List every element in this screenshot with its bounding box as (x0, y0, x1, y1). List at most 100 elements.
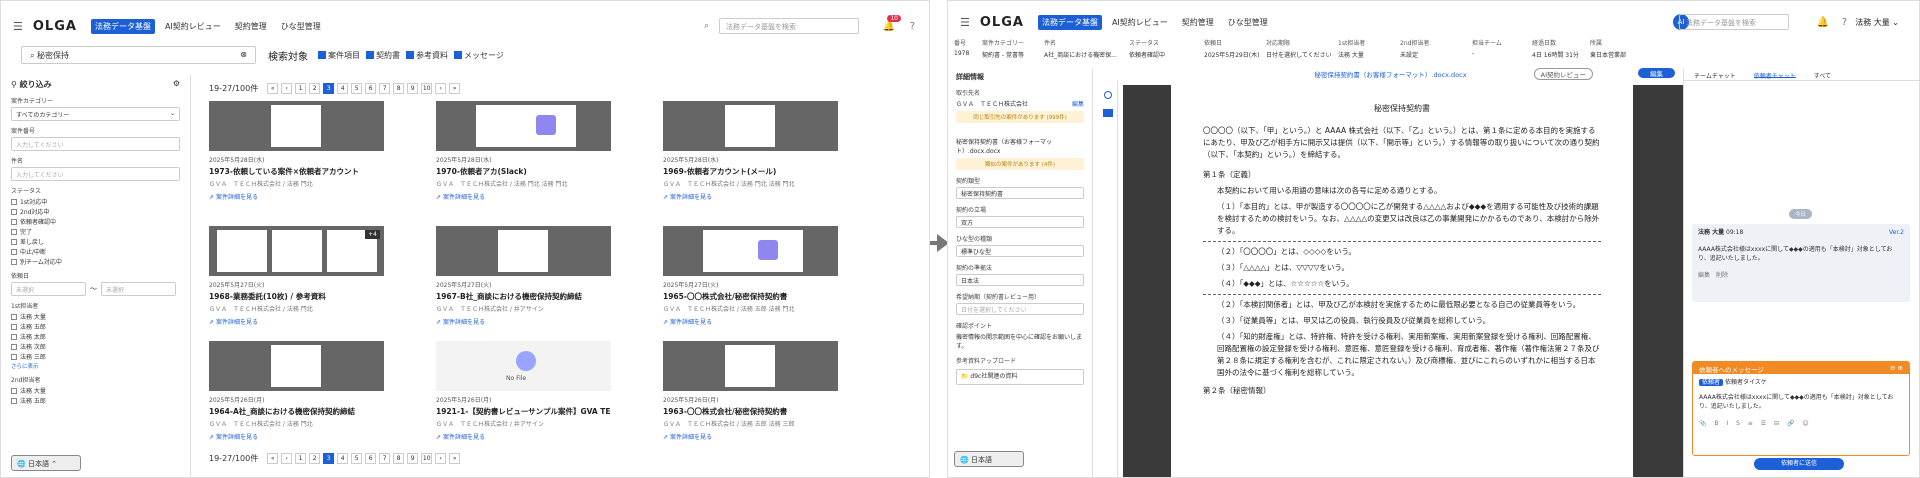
category-select[interactable]: すべてのカテゴリー ⌄ (11, 107, 180, 121)
assignee-checkbox[interactable]: 法務 大量 (11, 312, 180, 321)
page-button-current[interactable]: 3 (323, 83, 335, 94)
case-name-input[interactable]: 入力してください (11, 167, 180, 181)
notification-bell-icon[interactable]: 🔔 (1817, 17, 1829, 28)
similar-case-notice[interactable]: 類似の案件があります (4件) (956, 158, 1084, 170)
case-no-input[interactable]: 入力してください (11, 137, 180, 151)
nav-legal-data[interactable]: 法務データ基盤 (1037, 14, 1102, 30)
page-button[interactable]: 5 (351, 453, 363, 464)
card-title[interactable]: 1963-〇〇株式会社/秘密保持契約書 (663, 406, 838, 417)
target-messages[interactable]: メッセージ (454, 50, 504, 61)
date-from-input[interactable]: 未選択 (11, 282, 86, 296)
help-icon[interactable]: ? (910, 21, 915, 32)
card-title[interactable]: 1970-依頼者アカ(Slack) (436, 166, 611, 177)
language-select[interactable]: 🌐 日本語 ⌃ (11, 455, 81, 471)
first-page-button[interactable]: « (267, 453, 279, 464)
assignee-checkbox[interactable]: 法務 太郎 (11, 332, 180, 341)
hamburger-menu-icon[interactable]: ☰ (960, 16, 970, 29)
page-button[interactable]: 4 (337, 83, 349, 94)
page-button[interactable]: 7 (379, 453, 391, 464)
help-icon[interactable]: ? (1842, 17, 1847, 28)
result-card[interactable]: 2025年5月28日(水) 1969-依頼者アカウント(メール) ＧＶＡ ＴＥＣＨ株… (663, 101, 838, 203)
template-type-select[interactable]: 標準ひな型 (956, 245, 1084, 257)
version-marker-icon[interactable] (1102, 109, 1113, 117)
keyword-search-input[interactable]: ⌕ 秘密保持 ⊗ (21, 46, 256, 64)
counterparty-edit-link[interactable]: 編集 (1072, 99, 1084, 108)
send-to-client-button[interactable]: 依頼者に送信 (1754, 458, 1844, 470)
status-checkbox[interactable]: 差し戻し (11, 237, 180, 246)
version-node-icon[interactable] (1103, 91, 1112, 99)
attached-file-name[interactable]: 秘密保持契約書（お客様フォーマット）.docx.docx (956, 137, 1084, 155)
contract-type-select[interactable]: 秘密保持契約書 (956, 187, 1084, 199)
page-button[interactable]: 10 (421, 453, 433, 464)
summary-value[interactable]: 法務 大量 (1332, 50, 1394, 59)
summary-value[interactable]: 東日本営業部 (1584, 50, 1644, 59)
prev-page-button[interactable]: ‹ (281, 83, 293, 94)
card-title[interactable]: 1967-B社_商談における機密保持契約締結 (436, 291, 611, 302)
uploaded-file[interactable]: 📁 d9c社関連の資料 (956, 369, 1084, 385)
document-thumbnail[interactable] (436, 226, 611, 276)
target-reference[interactable]: 参考資料 (406, 50, 448, 61)
view-case-link[interactable]: ⇗ 案件詳細を見る (436, 192, 611, 201)
position-select[interactable]: 双方 (956, 216, 1084, 228)
notification-bell-icon[interactable]: 🔔 (883, 21, 895, 32)
card-title[interactable]: 1921-1-【契約書レビューサンプル案件】GVA TECH株式会社/資 (436, 406, 611, 417)
nav-template-management[interactable]: ひな型管理 (1224, 15, 1272, 30)
document-thumbnail[interactable] (436, 101, 611, 151)
next-page-button[interactable]: › (435, 83, 447, 94)
result-card[interactable]: 2025年5月28日(水) 1973-依頼している案件×依頼者アカウント ＧＶＡ Ｔ… (209, 101, 384, 203)
prev-page-button[interactable]: ‹ (281, 453, 293, 464)
target-case-items[interactable]: 案件項目 (318, 50, 360, 61)
summary-value[interactable]: 2025年5月29日(木) (1198, 50, 1260, 59)
header-search-input[interactable]: 法務データ基盤を検索 (1679, 14, 1789, 30)
nav-ai-review[interactable]: AI契約レビュー (161, 19, 225, 34)
status-checkbox[interactable]: 依頼者確認中 (11, 217, 180, 226)
assignee-checkbox[interactable]: 法務 三郎 (11, 352, 180, 361)
page-button[interactable]: 1 (295, 83, 307, 94)
document-thumbnail[interactable] (209, 101, 384, 151)
document-thumbnail[interactable] (663, 226, 838, 276)
assignee-checkbox[interactable]: 法務 次郎 (11, 342, 180, 351)
document-thumbnail[interactable]: +4 (209, 226, 384, 276)
view-case-link[interactable]: ⇗ 案件詳細を見る (436, 317, 611, 326)
view-case-link[interactable]: ⇗ 案件詳細を見る (663, 192, 838, 201)
comment-actions[interactable]: 編集 削除 (1698, 271, 1904, 280)
summary-value[interactable]: 日付を選択してください (1260, 50, 1332, 59)
header-search-input[interactable]: 法務データ基盤を検索 (719, 18, 859, 34)
document-thumbnail[interactable] (209, 341, 384, 391)
close-icon[interactable]: ⊖ ⊕ (1890, 364, 1903, 372)
summary-value[interactable]: A社_商談における機密保... (1038, 50, 1123, 59)
settings-gear-icon[interactable]: ⚙ (173, 79, 180, 90)
nav-ai-review[interactable]: AI契約レビュー (1108, 15, 1172, 30)
show-more-link[interactable]: さらに表示 (11, 362, 180, 370)
date-to-input[interactable]: 未選択 (101, 282, 176, 296)
document-thumbnail[interactable] (663, 101, 838, 151)
card-title[interactable]: 1973-依頼している案件×依頼者アカウント (209, 166, 384, 177)
page-button[interactable]: 1 (295, 453, 307, 464)
page-button[interactable]: 10 (421, 83, 433, 94)
card-title[interactable]: 1965-〇〇株式会社/秘密保持契約書 (663, 291, 838, 302)
page-button[interactable]: 4 (337, 453, 349, 464)
status-checkbox[interactable]: 別チーム対応中 (11, 257, 180, 266)
clear-search-icon[interactable]: ⊗ (240, 50, 247, 60)
page-button[interactable]: 6 (365, 453, 377, 464)
result-card[interactable]: 2025年5月28日(水) 1970-依頼者アカ(Slack) ＧＶＡ ＴＥＣＨ株式… (436, 101, 611, 203)
result-card[interactable]: +4 2025年5月27日(火) 1968-業務委託(10枚) / 参考資料 ＧＶＡ … (209, 226, 384, 328)
status-checkbox[interactable]: 1st対応中 (11, 197, 180, 206)
assignee-checkbox[interactable]: 法務 五郎 (11, 322, 180, 331)
view-case-link[interactable]: ⇗ 案件詳細を見る (663, 432, 838, 441)
governing-law-select[interactable]: 日本法 (956, 274, 1084, 286)
tab-all[interactable]: すべて (1814, 71, 1831, 80)
comment-version[interactable]: Ver.2 (1889, 228, 1904, 237)
target-contracts[interactable]: 契約書 (366, 50, 400, 61)
ai-review-button[interactable]: AI契約レビュー (1533, 68, 1593, 80)
view-case-link[interactable]: ⇗ 案件詳細を見る (436, 432, 611, 441)
view-case-link[interactable]: ⇗ 案件詳細を見る (209, 432, 384, 441)
page-button[interactable]: 9 (407, 453, 419, 464)
summary-value[interactable]: 未設定 (1394, 50, 1466, 59)
assignee-checkbox[interactable]: 法務 大量 (11, 386, 180, 395)
summary-value[interactable]: 契約書 - 覚書等 (976, 50, 1038, 59)
page-button-current[interactable]: 3 (323, 453, 335, 464)
page-button[interactable]: 5 (351, 83, 363, 94)
next-page-button[interactable]: › (435, 453, 447, 464)
last-page-button[interactable]: » (449, 453, 461, 464)
